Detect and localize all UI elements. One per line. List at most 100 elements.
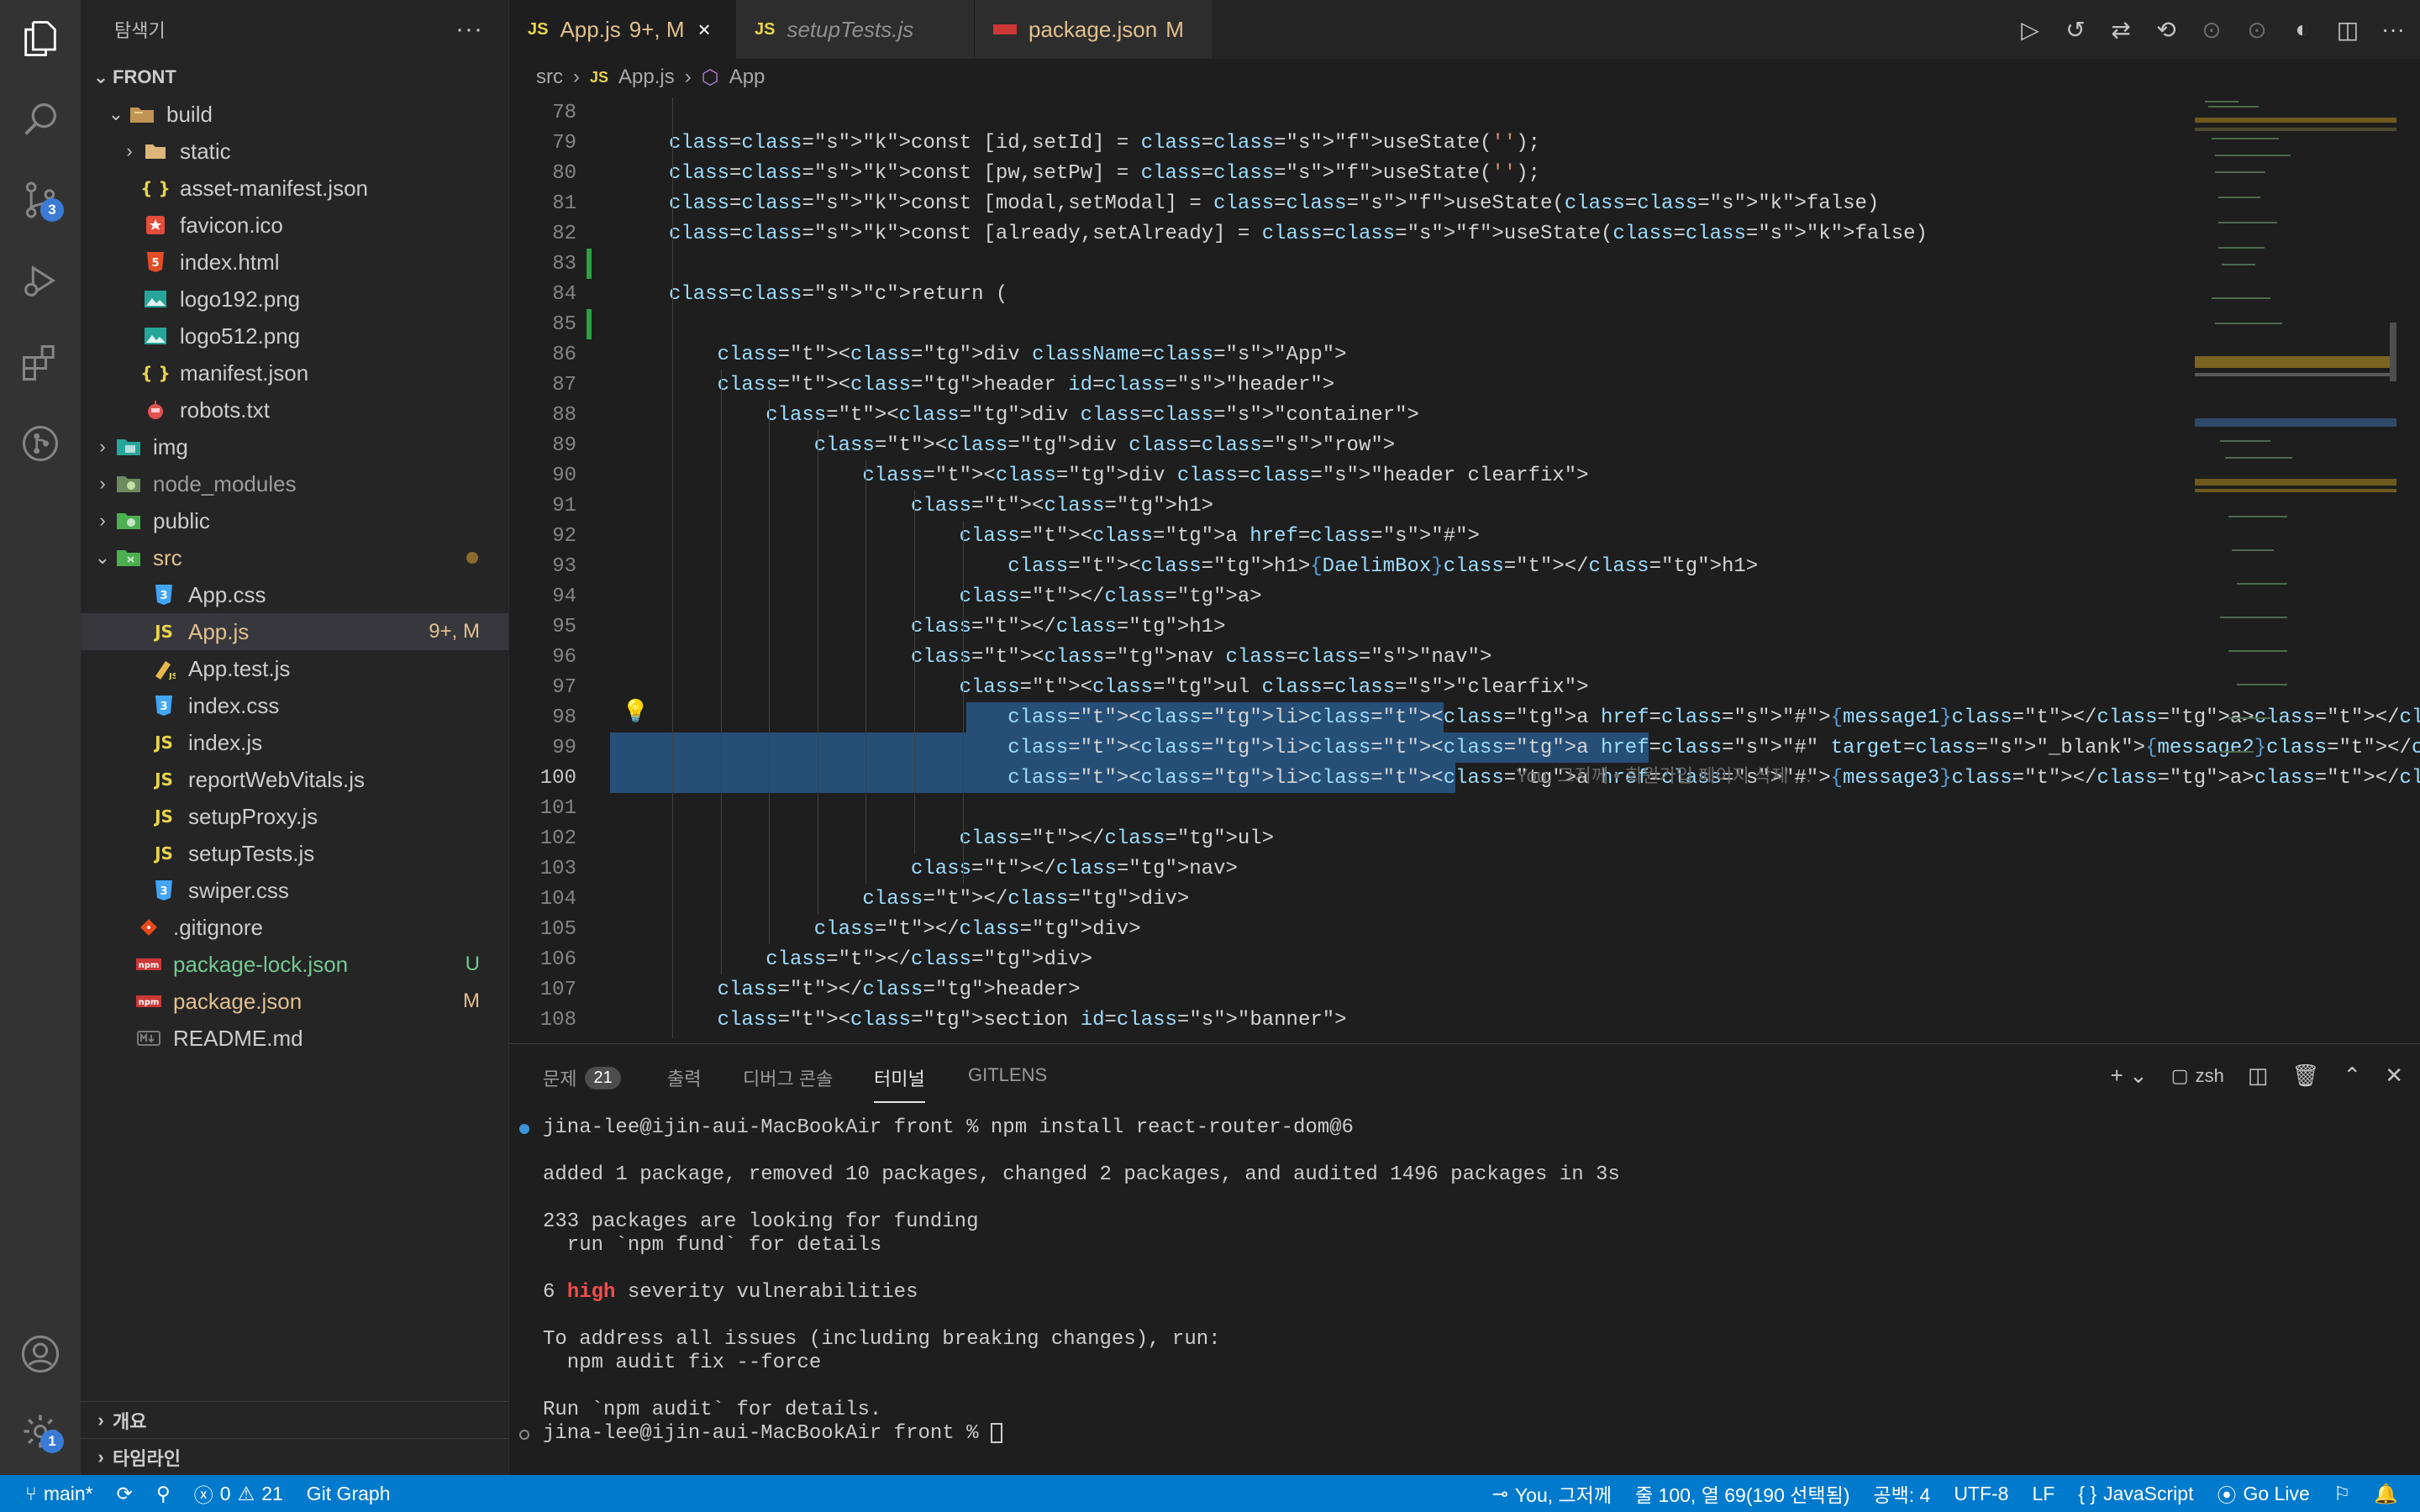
chevron-up-icon[interactable]: ⌃	[2343, 1063, 2361, 1089]
code-line[interactable]: 93 class="t"><class="tg">h1>{DaelimBox}cl…	[509, 551, 2190, 581]
compare-changes-icon[interactable]: ⇄	[2109, 17, 2133, 43]
gitlens-toggle-icon[interactable]: ◐	[2291, 16, 2314, 42]
tree-folder-node-modules[interactable]: › node_modules	[81, 465, 508, 502]
code-line[interactable]: 106 class="t"></class="tg">div>	[509, 944, 2190, 974]
code-line[interactable]: 79 class=class="s">"k">const [id,setId] =…	[509, 128, 2190, 158]
breadcrumb-file[interactable]: App.js	[618, 66, 675, 89]
tree-file-setup-tests[interactable]: JS setupTests.js	[81, 835, 508, 872]
branch-indicator[interactable]: ⑂ main*	[0, 1475, 105, 1512]
code-line[interactable]: 96 class="t"><class="tg">nav class=class=…	[509, 642, 2190, 672]
code-line[interactable]: 100 class="t"><class="tg">li>class="t"><c…	[509, 763, 2420, 793]
timeline-section[interactable]: › 타임라인	[81, 1438, 508, 1475]
code-line[interactable]: 83	[509, 249, 2190, 279]
workspace-root[interactable]: ⌄ FRONT	[81, 59, 508, 96]
tree-file-index-css[interactable]: 3 index.css	[81, 687, 508, 724]
code-line[interactable]: 104 class="t"></class="tg">div>	[509, 884, 2190, 914]
tab-package-json[interactable]: package.json M	[975, 0, 1213, 59]
tree-folder-build[interactable]: ⌄ build	[81, 96, 508, 133]
tree-file-package-lock[interactable]: npm package-lock.json U	[81, 946, 508, 983]
tree-file-app-css[interactable]: 3 App.css	[81, 576, 508, 613]
code-line[interactable]: 84 class=class="s">"c">return (	[509, 279, 2190, 309]
code-line[interactable]: 85	[509, 309, 2190, 339]
gitlens-icon[interactable]	[17, 420, 64, 467]
breadcrumb-folder[interactable]: src	[536, 66, 563, 89]
code-line[interactable]: 107 class="t"></class="tg">header>	[509, 974, 2190, 1005]
code-line[interactable]: 91 class="t"><class="tg">h1>	[509, 491, 2190, 521]
tree-file-setup-proxy[interactable]: JS setupProxy.js	[81, 798, 508, 835]
notifications-button[interactable]: 🔔	[2362, 1475, 2420, 1512]
code-line[interactable]: 81 class=class="s">"k">const [modal,setMo…	[509, 188, 2190, 218]
breadcrumb-symbol[interactable]: App	[729, 66, 765, 89]
close-icon[interactable]: ×	[697, 17, 710, 43]
code-line[interactable]: 102 class="t"></class="tg">ul>	[509, 823, 2190, 853]
end-of-line[interactable]: LF	[2020, 1475, 2066, 1512]
code-line[interactable]: 101	[509, 793, 2190, 823]
tab-terminal[interactable]: 터미널	[874, 1064, 925, 1103]
code-line[interactable]: 89 class="t"><class="tg">div class=class=…	[509, 430, 2190, 460]
tree-file-index-html[interactable]: 5 index.html	[81, 244, 508, 281]
tree-file-package-json[interactable]: npm package.json M	[81, 983, 508, 1020]
code-line[interactable]: 99 class="t"><class="tg">li>class="t"><cl…	[509, 732, 2420, 763]
code-line[interactable]: 94 class="t"></class="tg">a>	[509, 581, 2190, 612]
indentation[interactable]: 공백: 4	[1861, 1475, 1942, 1512]
tree-folder-src[interactable]: ⌄ src	[81, 539, 508, 576]
code-line[interactable]: 90 class="t"><class="tg">div class=class=…	[509, 460, 2190, 491]
tab-debug-console[interactable]: 디버그 콘솔	[743, 1064, 833, 1091]
go-live-button[interactable]: ⦿ Go Live	[2205, 1475, 2321, 1512]
blame-indicator[interactable]: ⊸ You, 그저께	[1481, 1475, 1623, 1512]
git-graph-button[interactable]: Git Graph	[295, 1475, 402, 1512]
code-line[interactable]: 88 class="t"><class="tg">div class=class=…	[509, 400, 2190, 430]
sync-button[interactable]: ⟳	[105, 1475, 145, 1512]
tree-folder-static[interactable]: › static	[81, 133, 508, 170]
tree-file-asset-manifest[interactable]: { } asset-manifest.json	[81, 170, 508, 207]
encoding[interactable]: UTF-8	[1942, 1475, 2020, 1512]
code-line[interactable]: 95 class="t"></class="tg">h1>	[509, 612, 2190, 642]
run-debug-icon[interactable]	[17, 257, 64, 304]
tree-file-report-web-vitals[interactable]: JS reportWebVitals.js	[81, 761, 508, 798]
tab-problems[interactable]: 문제 21	[543, 1064, 621, 1091]
settings-gear-icon[interactable]: 1	[17, 1408, 64, 1455]
more-actions-icon[interactable]: ···	[2381, 16, 2405, 42]
lightbulb-icon[interactable]: 💡	[622, 699, 649, 725]
tree-file-gitignore[interactable]: .gitignore	[81, 909, 508, 946]
code-line[interactable]: 97 class="t"><class="tg">ul class=class="…	[509, 672, 2190, 702]
previous-change-icon[interactable]: ⊙	[2200, 17, 2223, 43]
explorer-icon[interactable]	[17, 15, 64, 62]
next-change-icon[interactable]: ⊙	[2245, 17, 2269, 43]
feedback-button[interactable]: ⚐	[2322, 1475, 2363, 1512]
tab-app-js[interactable]: JS App.js 9+, M ×	[509, 0, 736, 59]
terminal-prompt[interactable]: jina-lee@ijin-aui-MacBookAir front %	[519, 1422, 1620, 1446]
terminal-output[interactable]: jina-lee@ijin-aui-MacBookAir front % npm…	[519, 1116, 1620, 1446]
tree-folder-public[interactable]: › public	[81, 502, 508, 539]
code-line[interactable]: 92 class="t"><class="tg">a href=class="s"…	[509, 521, 2190, 551]
language-mode[interactable]: { } JavaScript	[2066, 1475, 2205, 1512]
tree-file-manifest[interactable]: { } manifest.json	[81, 354, 508, 391]
code-line[interactable]: 78	[509, 97, 2190, 128]
split-terminal-icon[interactable]: ◫	[2248, 1063, 2269, 1089]
tab-setup-tests[interactable]: JS setupTests.js	[736, 0, 975, 59]
tree-folder-img[interactable]: › img	[81, 428, 508, 465]
pull-request-button[interactable]: ⚲	[145, 1475, 182, 1512]
tree-file-readme[interactable]: README.md	[81, 1020, 508, 1057]
minimap[interactable]	[2195, 96, 2396, 1043]
tree-file-swiper-css[interactable]: 3 swiper.css	[81, 872, 508, 909]
code-editor[interactable]: 78 79 class=class="s">"k">const [id,setId]…	[509, 96, 2420, 1043]
tree-file-favicon[interactable]: favicon.ico	[81, 207, 508, 244]
problems-indicator[interactable]: ⓧ 0 ⚠ 21	[182, 1475, 295, 1512]
new-terminal-icon[interactable]: + ⌄	[2111, 1063, 2148, 1089]
terminal-selector[interactable]: ▢ zsh	[2171, 1065, 2224, 1087]
code-line[interactable]: 103 class="t"></class="tg">nav>	[509, 853, 2190, 884]
tab-output[interactable]: 출력	[667, 1064, 701, 1091]
tree-file-app-test[interactable]: JS App.test.js	[81, 650, 508, 687]
run-icon[interactable]: ▷	[2018, 17, 2042, 43]
tree-file-logo512[interactable]: logo512.png	[81, 318, 508, 354]
search-icon[interactable]	[17, 96, 64, 143]
close-icon[interactable]: ✕	[2385, 1063, 2403, 1089]
code-line[interactable]: 80 class=class="s">"k">const [pw,setPw] =…	[509, 158, 2190, 188]
split-editor-icon[interactable]: ◫	[2336, 17, 2360, 43]
tree-file-robots[interactable]: robots.txt	[81, 391, 508, 428]
outline-section[interactable]: › 개요	[81, 1401, 508, 1438]
code-line[interactable]: 86 class="t"><class="tg">div className=cl…	[509, 339, 2190, 370]
extensions-icon[interactable]	[17, 339, 64, 386]
tree-file-index-js[interactable]: JS index.js	[81, 724, 508, 761]
